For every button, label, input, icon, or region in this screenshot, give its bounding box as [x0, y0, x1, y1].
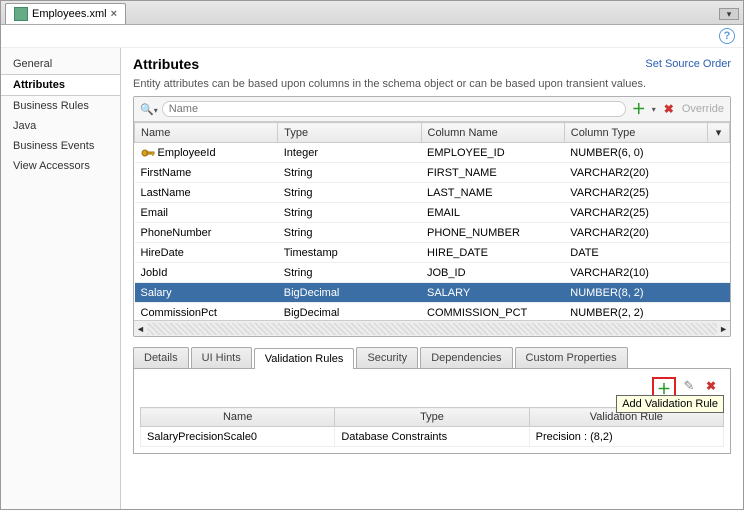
- table-row[interactable]: LastNameStringLAST_NAMEVARCHAR2(25): [135, 183, 730, 203]
- add-attribute-button[interactable]: ＋: [630, 100, 648, 118]
- override-button[interactable]: Override: [682, 103, 724, 115]
- close-icon[interactable]: ×: [111, 8, 117, 20]
- file-tab-label: Employees.xml: [32, 8, 107, 20]
- validation-column-header[interactable]: Name: [141, 408, 335, 427]
- minimize-button[interactable]: ▾: [719, 8, 739, 20]
- validation-panel: ＋ ✎ ✖ Add Validation Rule NameTypeValida…: [133, 369, 731, 454]
- column-header[interactable]: Name: [135, 123, 278, 143]
- column-menu-icon[interactable]: ▾: [708, 123, 730, 143]
- add-rule-tooltip: Add Validation Rule: [616, 395, 724, 413]
- table-row[interactable]: JobIdStringJOB_IDVARCHAR2(10): [135, 263, 730, 283]
- table-row[interactable]: FirstNameStringFIRST_NAMEVARCHAR2(20): [135, 163, 730, 183]
- xml-file-icon: [14, 7, 28, 21]
- table-row[interactable]: CommissionPctBigDecimalCOMMISSION_PCTNUM…: [135, 303, 730, 321]
- sidebar-item-business-events[interactable]: Business Events: [1, 136, 120, 156]
- sidebar-item-view-accessors[interactable]: View Accessors: [1, 156, 120, 176]
- delete-attribute-button[interactable]: ✖: [660, 100, 678, 118]
- tab-details[interactable]: Details: [133, 347, 189, 368]
- sidebar-item-java[interactable]: Java: [1, 116, 120, 136]
- validation-row[interactable]: SalaryPrecisionScale0Database Constraint…: [141, 427, 724, 447]
- scroll-track[interactable]: [147, 323, 717, 335]
- scroll-left-icon[interactable]: ◄: [136, 324, 145, 334]
- tab-ui-hints[interactable]: UI Hints: [191, 347, 252, 368]
- validation-column-header[interactable]: Type: [335, 408, 529, 427]
- editor-window: Employees.xml × ▾ ? GeneralAttributesBus…: [0, 0, 744, 510]
- sidebar-item-business-rules[interactable]: Business Rules: [1, 96, 120, 116]
- set-source-order-link[interactable]: Set Source Order: [645, 58, 731, 70]
- tab-custom-properties[interactable]: Custom Properties: [515, 347, 628, 368]
- attributes-table-scroll[interactable]: NameTypeColumn NameColumn Type▾ Employee…: [134, 122, 730, 320]
- tab-dependencies[interactable]: Dependencies: [420, 347, 512, 368]
- tab-security[interactable]: Security: [356, 347, 418, 368]
- table-row[interactable]: PhoneNumberStringPHONE_NUMBERVARCHAR2(20…: [135, 223, 730, 243]
- column-header[interactable]: Column Type: [564, 123, 707, 143]
- search-box: [162, 101, 626, 117]
- sidebar-item-general[interactable]: General: [1, 54, 120, 74]
- table-row[interactable]: HireDateTimestampHIRE_DATEDATE: [135, 243, 730, 263]
- table-row[interactable]: EmployeeIdIntegerEMPLOYEE_IDNUMBER(6, 0): [135, 143, 730, 163]
- attributes-panel: 🔍▾ ＋ ▾ ✖ Override NameTypeColumn NameColu…: [133, 96, 731, 337]
- edit-validation-rule-button[interactable]: ✎: [680, 377, 698, 395]
- horizontal-scrollbar[interactable]: ◄ ►: [134, 320, 730, 336]
- section-description: Entity attributes can be based upon colu…: [133, 78, 731, 90]
- add-dropdown-arrow[interactable]: ▾: [652, 105, 656, 114]
- sub-tabs: DetailsUI HintsValidation RulesSecurityD…: [133, 347, 731, 369]
- delete-validation-rule-button[interactable]: ✖: [702, 377, 720, 395]
- table-row[interactable]: EmailStringEMAILVARCHAR2(25): [135, 203, 730, 223]
- file-tab-bar: Employees.xml × ▾: [1, 1, 743, 25]
- search-icon[interactable]: 🔍▾: [140, 103, 158, 116]
- help-icon[interactable]: ?: [719, 28, 735, 44]
- tab-validation-rules[interactable]: Validation Rules: [254, 348, 355, 369]
- sidebar: GeneralAttributesBusiness RulesJavaBusin…: [1, 48, 121, 509]
- file-tab[interactable]: Employees.xml ×: [5, 3, 126, 24]
- column-header[interactable]: Column Name: [421, 123, 564, 143]
- section-title: Attributes: [133, 56, 199, 72]
- sidebar-item-attributes[interactable]: Attributes: [1, 74, 120, 96]
- validation-table: NameTypeValidation Rule SalaryPrecisionS…: [140, 407, 724, 447]
- attributes-toolbar: 🔍▾ ＋ ▾ ✖ Override: [134, 97, 730, 122]
- main-panel: Attributes Set Source Order Entity attri…: [121, 48, 743, 509]
- column-header[interactable]: Type: [278, 123, 421, 143]
- scroll-right-icon[interactable]: ►: [719, 324, 728, 334]
- table-row[interactable]: SalaryBigDecimalSALARYNUMBER(8, 2): [135, 283, 730, 303]
- attributes-table: NameTypeColumn NameColumn Type▾ Employee…: [134, 122, 730, 320]
- help-row: ?: [1, 25, 743, 48]
- search-input[interactable]: [169, 103, 619, 115]
